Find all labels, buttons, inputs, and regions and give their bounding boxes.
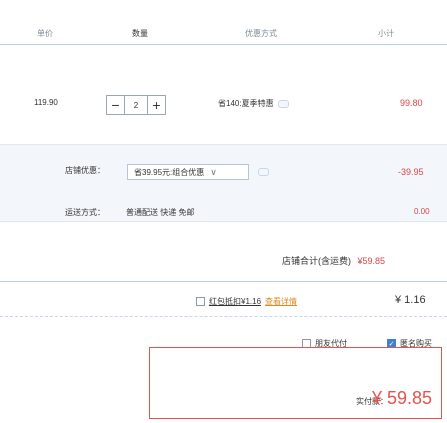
header-subtotal: 小计	[378, 29, 394, 38]
shop-section: 店铺优惠： 省39.95元:组合优惠 ∨ -39.95 运送方式： 普通配送 快…	[0, 144, 447, 222]
shipping-fee: 0.00	[414, 207, 430, 216]
quantity-value[interactable]: 2	[125, 95, 147, 115]
final-payment-box: 实付款： ¥ 59.85	[149, 347, 442, 419]
shipping-label: 运送方式：	[65, 208, 105, 217]
item-promo: 省140:夏季特惠	[218, 98, 289, 109]
shipping-method: 普通配送 快递 免邮	[126, 208, 195, 217]
header-price: 单价	[37, 29, 53, 38]
shop-discount: -39.95	[398, 167, 424, 177]
item-promo-text: 省140:夏季特惠	[218, 99, 274, 108]
table-header: 单价 数量 优惠方式 小计	[0, 24, 447, 45]
final-amount: ¥ 59.85	[372, 388, 433, 408]
redpacket-amount: ¥ 1.16	[395, 294, 426, 306]
header-promo: 优惠方式	[245, 29, 277, 38]
decrease-button[interactable]: −	[106, 95, 125, 115]
divider	[0, 316, 447, 317]
shop-total-amount: ¥59.85	[357, 256, 386, 266]
item-price: 119.90	[34, 98, 58, 107]
promo-info-icon[interactable]	[277, 99, 289, 108]
redpacket-row: 红包抵扣¥1.16 查看详情	[196, 296, 297, 307]
redpacket-details-link[interactable]: 查看详情	[265, 296, 297, 307]
shop-promo-label: 店铺优惠：	[65, 166, 105, 175]
header-quantity: 数量	[132, 29, 148, 38]
item-row: 119.90 − 2 + 省140:夏季特惠 99.80	[0, 80, 447, 120]
coupon-select-text: 省39.95元:组合优惠	[134, 167, 205, 177]
divider	[0, 281, 447, 282]
redpacket-checkbox[interactable]	[196, 297, 205, 306]
chevron-down-icon: ∨	[210, 166, 217, 177]
coupon-select[interactable]: 省39.95元:组合优惠 ∨	[127, 164, 249, 180]
shop-total-label: 店铺合计(含运费)	[282, 256, 351, 266]
increase-button[interactable]: +	[147, 95, 166, 115]
order-confirm-page: 单价 数量 优惠方式 小计 119.90 − 2 + 省140:夏季特惠 99.…	[0, 0, 447, 423]
shop-total: 店铺合计(含运费) ¥59.85	[282, 254, 385, 267]
item-subtotal: 99.80	[400, 98, 423, 108]
redpacket-label: 红包抵扣¥1.16	[209, 297, 262, 306]
quantity-stepper[interactable]: − 2 +	[106, 95, 166, 115]
coupon-info-icon[interactable]	[258, 168, 269, 176]
